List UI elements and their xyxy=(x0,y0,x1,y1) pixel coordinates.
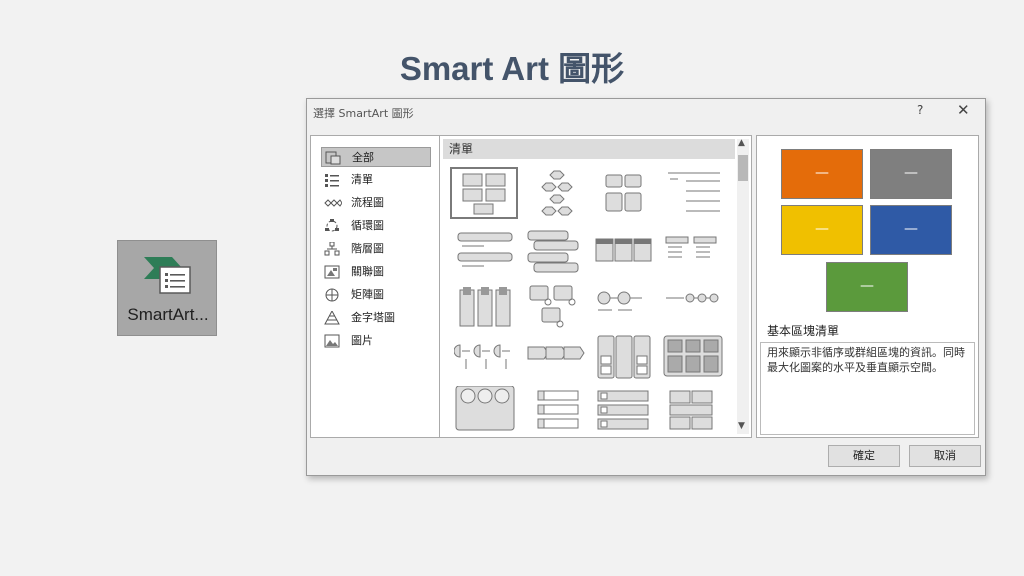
gallery-header: 清單 xyxy=(443,139,735,159)
category-matrix[interactable]: 矩陣圖 xyxy=(321,285,431,305)
category-label: 流程圖 xyxy=(351,196,384,209)
category-label: 關聯圖 xyxy=(351,265,384,278)
layout-thumbnail xyxy=(541,170,573,216)
category-cycle[interactable]: 循環圖 xyxy=(321,216,431,236)
layout-circle-arrow-list[interactable] xyxy=(592,288,656,338)
layout-grouped-list[interactable] xyxy=(524,284,588,334)
layout-basic-block-list[interactable] xyxy=(450,167,518,219)
layout-thumbnail xyxy=(669,390,713,430)
matrix-icon xyxy=(325,288,339,302)
preview-block-blue: — xyxy=(870,205,952,255)
layout-hexagon-list[interactable] xyxy=(524,169,588,219)
layout-gallery: 清單 ▲ ▼ xyxy=(439,135,752,438)
help-button[interactable]: ? xyxy=(917,103,923,117)
category-all[interactable]: 全部 xyxy=(321,147,431,167)
category-label: 金字塔圖 xyxy=(351,311,395,324)
smartart-button-label: SmartArt... xyxy=(127,305,209,324)
choose-smartart-dialog: 選擇 SmartArt 圖形 ? ✕ 全部 清單 流程圖 循環圖 階層圖 關聯圖 xyxy=(306,98,986,476)
all-icon xyxy=(325,151,341,165)
preview-block-yellow: — xyxy=(781,205,863,255)
hierarchy-icon xyxy=(324,242,340,256)
layout-tab-list[interactable] xyxy=(662,332,726,382)
category-label: 圖片 xyxy=(351,334,373,347)
category-list-item[interactable]: 清單 xyxy=(321,170,431,190)
ok-button[interactable]: 確定 xyxy=(828,445,900,467)
layout-thumbnail xyxy=(462,173,506,215)
category-label: 清單 xyxy=(351,173,373,186)
layout-thumbnail xyxy=(665,236,717,258)
layout-thumbnail xyxy=(595,238,652,262)
category-pyramid[interactable]: 金字塔圖 xyxy=(321,308,431,328)
category-picture[interactable]: 圖片 xyxy=(321,331,431,351)
layout-thumbnail xyxy=(455,385,515,431)
layout-table-hierarchy-list[interactable] xyxy=(662,229,726,279)
scroll-down-icon[interactable]: ▼ xyxy=(738,421,745,431)
preview-block-gray: — xyxy=(870,149,952,199)
layout-description: 用來顯示非循序或群組區塊的資訊。同時最大化圖案的水平及垂直顯示空間。 xyxy=(760,342,975,435)
list-icon xyxy=(325,174,339,187)
layout-grid-block-list[interactable] xyxy=(662,389,726,439)
layout-vertical-bullet-list[interactable] xyxy=(454,229,518,279)
process-icon xyxy=(324,199,342,207)
category-hierarchy[interactable]: 階層圖 xyxy=(321,239,431,259)
preview-pane: — — — — — 基本區塊清單 用來顯示非循序或群組區塊的資訊。同時最大化圖案… xyxy=(756,135,979,438)
layout-picture-caption-list[interactable] xyxy=(454,286,518,336)
scroll-up-icon[interactable]: ▲ xyxy=(738,138,745,148)
preview-block-green: — xyxy=(826,262,908,312)
layout-thumbnail xyxy=(663,335,723,377)
layout-thumbnail xyxy=(668,172,720,212)
layout-stacked-list[interactable] xyxy=(592,169,656,219)
layout-name: 基本區塊清單 xyxy=(767,324,840,338)
layout-thumbnail xyxy=(527,230,579,273)
layout-thumbnail xyxy=(459,287,511,327)
layout-chevron-list[interactable] xyxy=(524,341,588,391)
category-label: 階層圖 xyxy=(351,242,384,255)
close-button[interactable]: ✕ xyxy=(957,101,970,119)
layout-circle-picture-list[interactable] xyxy=(454,385,518,436)
category-label: 矩陣圖 xyxy=(351,288,384,301)
layout-bullet-block-list[interactable] xyxy=(592,389,656,439)
category-list: 全部 清單 流程圖 循環圖 階層圖 關聯圖 矩陣圖 金字塔圖 圖片 xyxy=(310,135,440,438)
layout-thumbnail xyxy=(527,346,585,360)
layout-thumbnail xyxy=(529,285,576,328)
layout-vertical-box-list[interactable] xyxy=(592,332,656,382)
layout-thumbnail xyxy=(666,293,719,303)
layout-thumbnail xyxy=(605,174,642,212)
category-relationship[interactable]: 關聯圖 xyxy=(321,262,431,282)
preview-block-orange: — xyxy=(781,149,863,199)
gallery-scrollbar[interactable]: ▲ ▼ xyxy=(737,138,749,434)
dialog-title: 選擇 SmartArt 圖形 xyxy=(313,107,414,120)
category-label: 全部 xyxy=(352,151,374,164)
category-label: 循環圖 xyxy=(351,219,384,232)
relationship-icon xyxy=(324,265,340,279)
smartart-ribbon-button[interactable]: SmartArt... xyxy=(117,240,217,336)
layout-thumbnail xyxy=(597,390,649,430)
layout-lined-list[interactable] xyxy=(662,169,726,219)
cancel-button[interactable]: 取消 xyxy=(909,445,981,467)
cycle-icon xyxy=(325,219,339,232)
layout-labeled-block-list[interactable] xyxy=(524,389,588,439)
pyramid-icon xyxy=(324,311,340,325)
layout-horizontal-bullet-list[interactable] xyxy=(592,229,656,279)
layout-bending-circle-list[interactable] xyxy=(662,288,726,338)
category-process[interactable]: 流程圖 xyxy=(321,193,431,213)
layout-half-circle-list[interactable] xyxy=(453,341,518,391)
layout-thumbnail xyxy=(457,232,513,267)
layout-thumbnail xyxy=(537,390,579,429)
smartart-icon xyxy=(144,257,191,294)
layout-stacked-box-list[interactable] xyxy=(524,229,588,279)
slide-title: Smart Art 圖形 xyxy=(399,50,625,87)
layout-thumbnail xyxy=(597,335,651,379)
layout-thumbnail xyxy=(453,344,510,369)
layout-thumbnail xyxy=(597,291,642,311)
scroll-thumb[interactable] xyxy=(738,155,748,181)
picture-icon xyxy=(324,334,340,348)
